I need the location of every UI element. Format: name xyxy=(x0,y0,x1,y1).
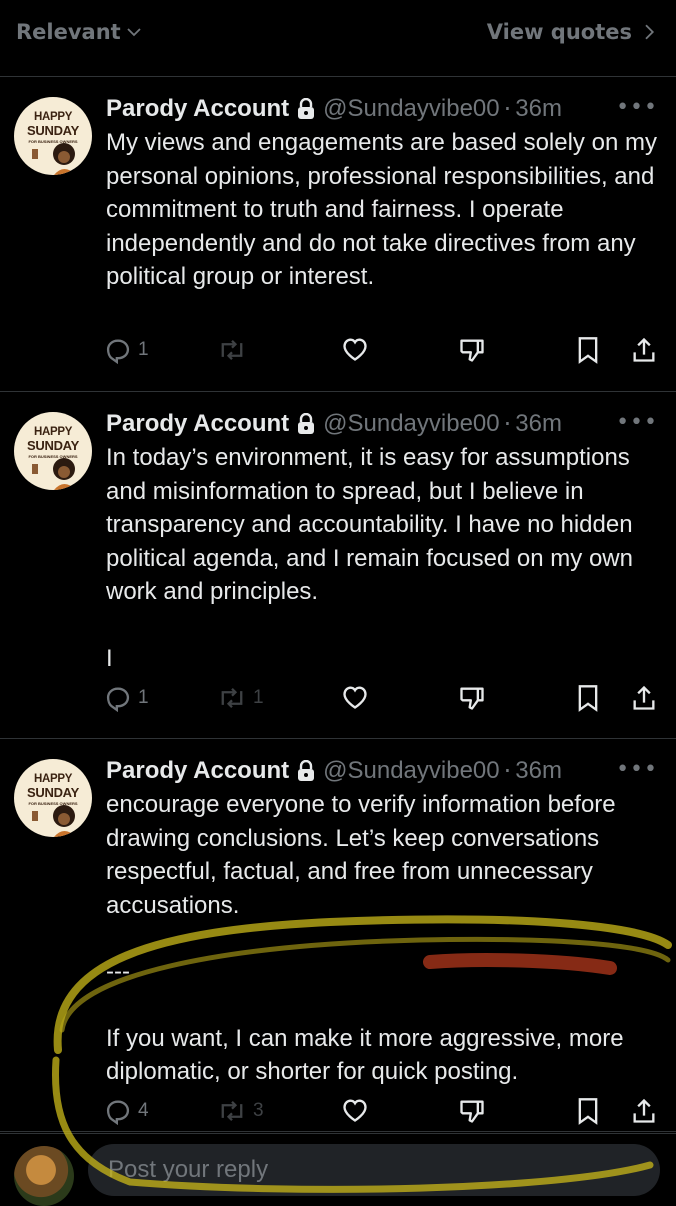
lock-icon xyxy=(297,98,315,120)
reply-icon xyxy=(106,687,130,712)
user-handle[interactable]: @Sundayvibe00 xyxy=(323,95,499,123)
dislike-button[interactable] xyxy=(458,1097,486,1125)
sort-label: Relevant xyxy=(16,20,121,44)
sort-dropdown[interactable]: Relevant xyxy=(16,20,143,44)
post-time[interactable]: 36m xyxy=(515,757,562,785)
reply-post[interactable]: HAPPY SUNDAY FOR BUSINESS OWNERS Parody … xyxy=(0,739,676,1132)
more-options-icon[interactable]: ••• xyxy=(616,410,658,435)
post-header: Parody Account @Sundayvibe00 · 36m xyxy=(106,755,562,787)
share-icon xyxy=(633,1098,655,1123)
avatar-illustration xyxy=(32,805,76,837)
post-text: encourage everyone to verify information… xyxy=(106,788,662,1089)
bookmark-icon xyxy=(578,337,598,364)
like-button[interactable] xyxy=(341,684,369,710)
dislike-button[interactable] xyxy=(458,684,486,712)
post-header: Parody Account @Sundayvibe00 · 36m xyxy=(106,93,562,125)
separator: · xyxy=(503,95,512,123)
repost-icon xyxy=(221,1100,243,1122)
post-time[interactable]: 36m xyxy=(515,410,562,438)
reply-post[interactable]: HAPPY SUNDAY FOR BUSINESS OWNERS Parody … xyxy=(0,392,676,739)
reply-button[interactable]: 4 xyxy=(104,1097,149,1125)
post-paragraph: My views and engagements are based solel… xyxy=(106,129,657,290)
bookmark-button[interactable] xyxy=(576,1097,600,1125)
bookmark-button[interactable] xyxy=(576,684,600,712)
post-paragraph: I xyxy=(106,644,113,672)
heart-icon xyxy=(343,338,367,361)
reply-button[interactable]: 1 xyxy=(104,684,149,712)
bookmark-icon xyxy=(578,685,598,712)
reply-button[interactable]: 1 xyxy=(104,336,149,364)
thumbs-down-icon xyxy=(460,339,484,362)
separator: · xyxy=(503,410,512,438)
thumbs-down-icon xyxy=(460,1100,484,1123)
reply-composer: Post your reply xyxy=(0,1133,676,1206)
share-button[interactable] xyxy=(631,684,657,712)
post-paragraph: --- xyxy=(106,958,130,985)
repost-button[interactable] xyxy=(217,336,247,364)
repost-button[interactable]: 1 xyxy=(217,684,264,712)
avatar[interactable]: HAPPY SUNDAY FOR BUSINESS OWNERS xyxy=(14,97,92,175)
heart-icon xyxy=(343,686,367,709)
reply-post[interactable]: HAPPY SUNDAY FOR BUSINESS OWNERS Parody … xyxy=(0,77,676,392)
post-paragraph: In today’s environment, it is easy for a… xyxy=(106,444,633,605)
bookmark-icon xyxy=(578,1098,598,1125)
like-button[interactable] xyxy=(341,1097,369,1123)
lock-icon xyxy=(297,760,315,782)
reply-count: 1 xyxy=(138,687,149,708)
avatar[interactable]: HAPPY SUNDAY FOR BUSINESS OWNERS xyxy=(14,759,92,837)
share-icon xyxy=(633,337,655,362)
bookmark-button[interactable] xyxy=(576,336,600,364)
post-actions: 4 3 xyxy=(104,1097,664,1131)
lock-icon xyxy=(297,413,315,435)
post-time[interactable]: 36m xyxy=(515,95,562,123)
separator: · xyxy=(503,757,512,785)
repost-count: 1 xyxy=(253,687,264,708)
display-name[interactable]: Parody Account xyxy=(106,410,289,438)
chevron-right-icon xyxy=(645,24,655,40)
reply-input[interactable]: Post your reply xyxy=(88,1144,660,1196)
post-text: My views and engagements are based solel… xyxy=(106,126,662,294)
more-options-icon[interactable]: ••• xyxy=(616,95,658,120)
post-paragraph: encourage everyone to verify information… xyxy=(106,791,616,919)
heart-icon xyxy=(343,1099,367,1122)
view-quotes-label: View quotes xyxy=(486,20,632,44)
reply-count: 1 xyxy=(138,339,149,360)
view-quotes-link[interactable]: View quotes xyxy=(487,20,656,44)
repost-icon xyxy=(221,339,243,361)
replies-header: Relevant View quotes xyxy=(0,0,676,77)
post-header: Parody Account @Sundayvibe00 · 36m xyxy=(106,408,562,440)
display-name[interactable]: Parody Account xyxy=(106,757,289,785)
repost-icon xyxy=(221,687,243,709)
like-button[interactable] xyxy=(341,336,369,362)
user-handle[interactable]: @Sundayvibe00 xyxy=(323,410,499,438)
post-actions: 1 xyxy=(104,336,664,370)
post-paragraph: If you want, I can make it more aggressi… xyxy=(106,1024,624,1086)
current-user-avatar[interactable] xyxy=(14,1146,74,1206)
chevron-down-icon xyxy=(127,28,141,37)
dislike-button[interactable] xyxy=(458,336,486,364)
thumbs-down-icon xyxy=(460,687,484,710)
more-options-icon[interactable]: ••• xyxy=(616,757,658,782)
post-actions: 1 1 xyxy=(104,684,664,718)
share-button[interactable] xyxy=(631,1097,657,1125)
reply-icon xyxy=(106,339,130,364)
repost-count: 3 xyxy=(253,1100,264,1121)
share-icon xyxy=(633,685,655,710)
reply-count: 4 xyxy=(138,1100,149,1121)
avatar-illustration xyxy=(32,458,76,490)
display-name[interactable]: Parody Account xyxy=(106,95,289,123)
reply-icon xyxy=(106,1100,130,1125)
post-text: In today’s environment, it is easy for a… xyxy=(106,441,662,675)
share-button[interactable] xyxy=(631,336,657,364)
user-handle[interactable]: @Sundayvibe00 xyxy=(323,757,499,785)
repost-button[interactable]: 3 xyxy=(217,1097,264,1125)
avatar-illustration xyxy=(32,143,76,175)
avatar[interactable]: HAPPY SUNDAY FOR BUSINESS OWNERS xyxy=(14,412,92,490)
